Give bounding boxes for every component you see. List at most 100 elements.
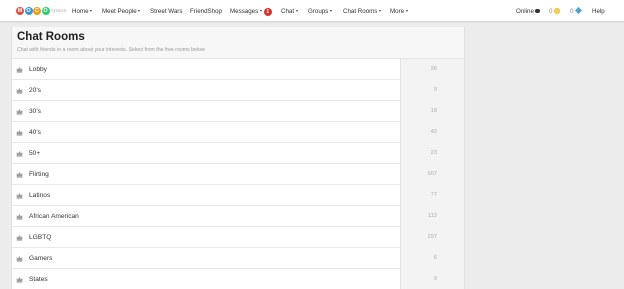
room-count-cell: 507 (400, 164, 464, 185)
room-row-8[interactable]: LGBTQ 297 (12, 227, 464, 248)
panel-header: Chat Rooms Chat with friends in a room a… (12, 27, 464, 59)
room-name: Latinos (29, 192, 51, 199)
online-status[interactable]: Online (516, 7, 540, 16)
page-subtitle: Chat with friends in a room about your i… (17, 47, 205, 53)
coin-balance[interactable]: 0 (549, 7, 560, 16)
room-user-count: 18 (430, 108, 437, 114)
room-count-cell: 9 (400, 80, 464, 101)
logo-letter: O (24, 7, 33, 15)
crown-icon (16, 109, 23, 115)
messages-count-badge: 1 (263, 8, 272, 16)
gem-balance[interactable]: 0 (570, 6, 582, 16)
nav-help-label: Help (592, 8, 605, 15)
chevron-down-icon (295, 10, 298, 12)
nav-more[interactable]: More (390, 7, 408, 16)
nav-groups-label: Groups (308, 8, 329, 15)
crown-icon (16, 88, 23, 94)
chevron-down-icon (405, 10, 408, 12)
logo-letter: M (16, 7, 24, 15)
room-user-count: 23 (430, 150, 437, 156)
nav-chat-rooms[interactable]: Chat Rooms (343, 7, 381, 16)
room-user-count: 297 (427, 234, 437, 240)
status-dot-icon (535, 8, 540, 13)
coin-icon (553, 7, 560, 14)
room-row-9[interactable]: Gamers 6 (12, 248, 464, 269)
logo-text: space (51, 8, 67, 14)
online-status-label: Online (516, 8, 534, 15)
nav-home-label: Home (72, 8, 89, 15)
crown-icon (16, 67, 23, 73)
nav-friendshop[interactable]: FriendShop (190, 7, 222, 16)
room-user-count: 26 (430, 66, 437, 72)
nav-more-label: More (390, 8, 405, 15)
nav-chat-rooms-label: Chat Rooms (343, 8, 378, 15)
room-row-6[interactable]: Latinos 77 (12, 185, 464, 206)
chat-rooms-panel: Chat Rooms Chat with friends in a room a… (11, 27, 465, 289)
nav-chat[interactable]: Chat (281, 7, 298, 16)
room-name: States (29, 276, 48, 283)
room-name: 50+ (29, 150, 41, 157)
chevron-down-icon (90, 10, 93, 12)
room-count-cell: 18 (400, 101, 464, 122)
room-count-cell: 42 (400, 122, 464, 143)
nav-groups[interactable]: Groups (308, 7, 332, 16)
room-row-0[interactable]: Lobby 26 (12, 59, 464, 80)
room-user-count: 507 (427, 171, 437, 177)
chevron-down-icon (259, 10, 262, 12)
nav-meet-people[interactable]: Meet People (102, 7, 141, 16)
crown-icon (16, 277, 23, 283)
crown-icon (16, 130, 23, 136)
room-count-cell: 26 (400, 59, 464, 80)
nav-friendshop-label: FriendShop (190, 8, 222, 15)
room-row-1[interactable]: 20's 9 (12, 80, 464, 101)
nav-messages[interactable]: Messages 1 (230, 7, 272, 16)
room-row-3[interactable]: 40's 42 (12, 122, 464, 143)
room-count-cell: 23 (400, 143, 464, 164)
logo-letter: C (33, 7, 41, 15)
room-count-cell: 6 (400, 248, 464, 269)
room-count-cell: 77 (400, 185, 464, 206)
nav-street-wars-label: Street Wars (150, 8, 183, 15)
gem-icon (574, 6, 582, 14)
room-row-10[interactable]: States 9 (12, 269, 464, 289)
chevron-down-icon (329, 10, 332, 12)
page-title: Chat Rooms (17, 31, 85, 43)
crown-icon (16, 172, 23, 178)
gem-count: 0 (570, 8, 574, 15)
room-user-count: 9 (433, 87, 437, 93)
room-row-2[interactable]: 30's 18 (12, 101, 464, 122)
room-user-count: 42 (430, 129, 437, 135)
room-name: LGBTQ (29, 234, 52, 241)
nav-meet-people-label: Meet People (102, 8, 137, 15)
logo-letter: O (41, 7, 50, 15)
room-name: 30's (29, 108, 41, 115)
nav-street-wars[interactable]: Street Wars (150, 7, 182, 16)
room-count-cell: 112 (400, 206, 464, 227)
room-name: 20's (29, 87, 41, 94)
room-user-count: 77 (430, 192, 437, 198)
nav-messages-label: Messages (230, 8, 259, 15)
crown-icon (16, 256, 23, 262)
crown-icon (16, 193, 23, 199)
room-row-5[interactable]: Flirting 507 (12, 164, 464, 185)
crown-icon (16, 151, 23, 157)
room-name: 40's (29, 129, 41, 136)
room-user-count: 9 (433, 276, 437, 282)
nav-chat-label: Chat (281, 8, 295, 15)
crown-icon (16, 214, 23, 220)
nav-home[interactable]: Home (72, 7, 93, 16)
room-name: Gamers (29, 255, 53, 262)
site-logo[interactable]: M O C O space (16, 6, 67, 16)
room-row-7[interactable]: African American 112 (12, 206, 464, 227)
room-count-cell: 9 (400, 269, 464, 289)
room-count-cell: 297 (400, 227, 464, 248)
room-user-count: 112 (428, 213, 437, 219)
room-row-4[interactable]: 50+ 23 (12, 143, 464, 164)
chevron-down-icon (378, 10, 381, 12)
room-name: Flirting (29, 171, 49, 178)
nav-help[interactable]: Help (592, 7, 605, 16)
crown-icon (16, 235, 23, 241)
room-list: Lobby 26 20's 9 30's 18 40's 42 50+ 23 F… (12, 59, 464, 289)
chevron-down-icon (138, 10, 141, 12)
room-user-count: 6 (433, 255, 437, 261)
